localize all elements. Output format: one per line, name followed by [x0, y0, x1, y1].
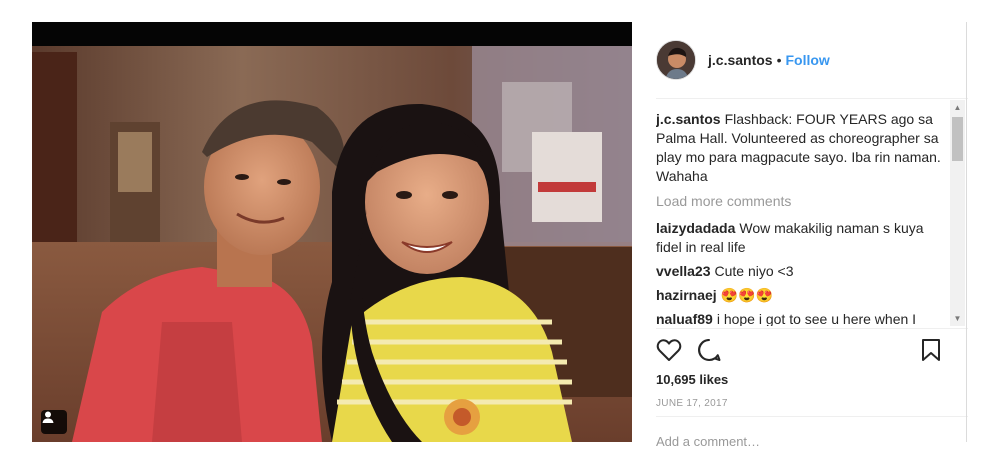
likes-count[interactable]: 10,695 likes	[656, 372, 728, 387]
panel-right-border	[966, 22, 967, 442]
comment-text: Cute niyo <3	[714, 263, 794, 279]
comment-username[interactable]: laizydadada	[656, 220, 735, 236]
header-divider	[656, 98, 968, 99]
comment-username[interactable]: naluaf89	[656, 311, 713, 326]
caption: j.c.santos Flashback: FOUR YEARS ago sa P…	[656, 110, 946, 186]
tag-people-button[interactable]	[41, 410, 67, 434]
comment-username[interactable]: hazirnaej	[656, 287, 717, 303]
load-more-comments-button[interactable]: Load more comments	[656, 192, 946, 211]
scroll-up-arrow-icon[interactable]: ▲	[950, 100, 965, 115]
post-photo[interactable]	[32, 22, 632, 442]
comment-box-divider	[656, 416, 968, 417]
heart-icon	[656, 339, 682, 361]
save-button[interactable]	[920, 338, 942, 367]
follow-button[interactable]: Follow	[786, 52, 830, 68]
comment-item: laizydadada Wow makakilig naman s kuya fi…	[656, 219, 946, 257]
caption-username[interactable]: j.c.santos	[656, 111, 721, 127]
comment-text: i hope i got to see u here when I	[716, 311, 917, 326]
add-comment-input[interactable]: Add a comment…	[656, 434, 760, 449]
photo-image	[32, 22, 632, 442]
comment-item: naluaf89 i hope i got to see u here when …	[656, 310, 946, 326]
person-tag-icon	[42, 411, 54, 423]
scrollbar-thumb[interactable]	[952, 117, 963, 161]
post-details-panel: j.c.santos • Follow j.c.santos Flashback:…	[632, 22, 968, 464]
comments-list[interactable]: j.c.santos Flashback: FOUR YEARS ago sa P…	[656, 110, 946, 326]
comment-username[interactable]: vvella23	[656, 263, 711, 279]
avatar-image	[657, 41, 695, 79]
comment-bubble-icon	[698, 339, 721, 361]
post-header: j.c.santos • Follow	[656, 40, 830, 80]
like-button[interactable]	[656, 338, 682, 367]
post-actions	[656, 338, 944, 364]
comment-item: vvella23 Cute niyo <3	[656, 262, 946, 281]
comment-button[interactable]	[696, 338, 722, 367]
avatar[interactable]	[656, 40, 696, 80]
separator-dot: •	[776, 52, 782, 68]
post-date: JUNE 17, 2017	[656, 398, 728, 409]
actions-divider	[656, 328, 968, 329]
bookmark-icon	[922, 339, 940, 361]
comment-item: hazirnaej 😍😍😍	[656, 286, 946, 305]
comment-text: 😍😍😍	[720, 287, 773, 303]
username-link[interactable]: j.c.santos	[708, 52, 773, 68]
comments-scrollbar[interactable]: ▲ ▼	[950, 100, 965, 326]
scroll-down-arrow-icon[interactable]: ▼	[950, 311, 965, 326]
